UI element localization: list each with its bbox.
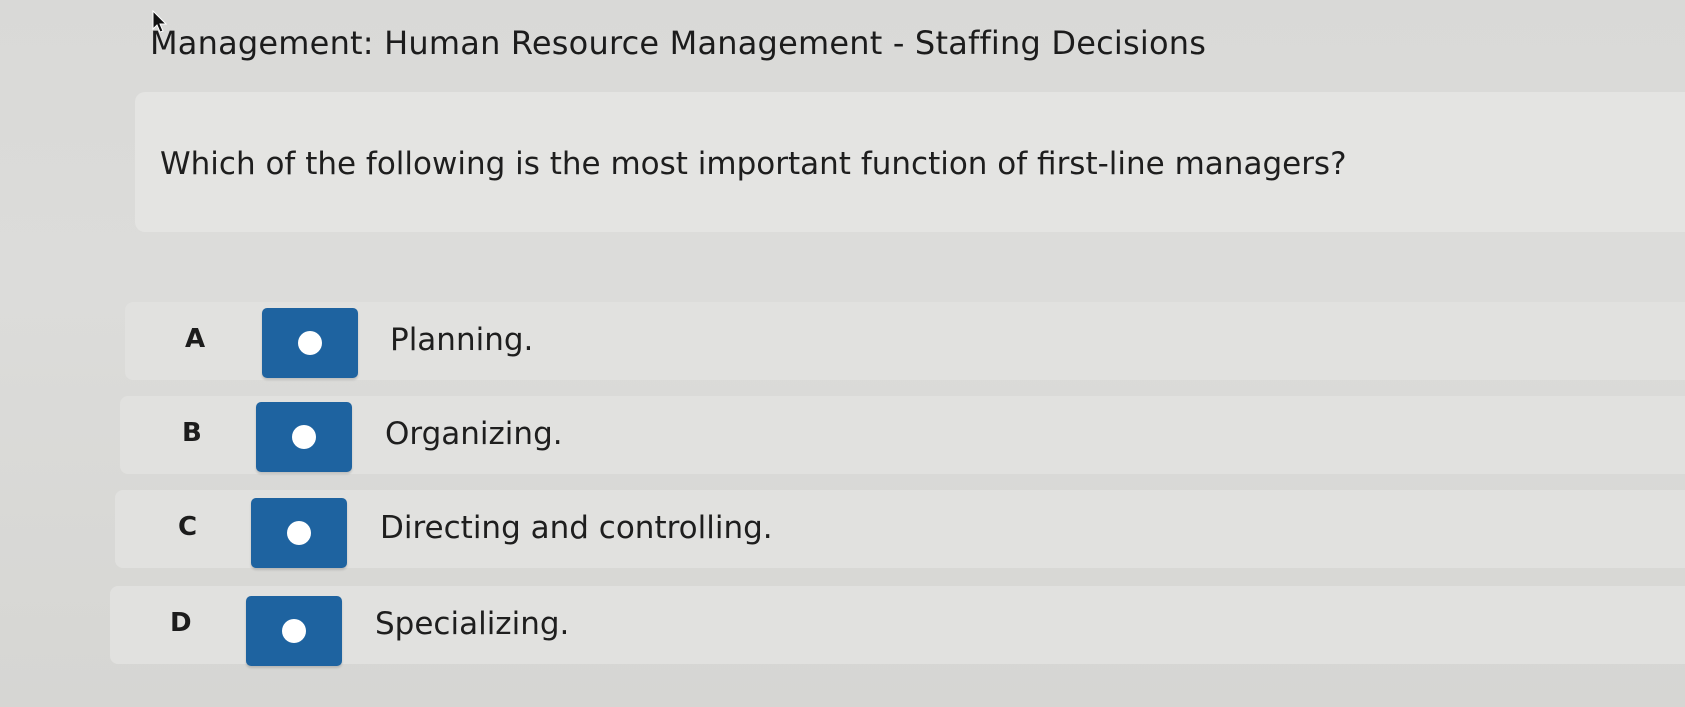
option-text: Organizing. [385,416,563,452]
radio-unselected-icon [298,331,322,355]
radio-button-c[interactable] [251,498,347,568]
option-a[interactable]: A Planning. [125,302,1685,380]
answer-options: A Planning. B Organizing. C Directing an… [0,0,1685,707]
option-text: Specializing. [375,606,570,642]
option-d[interactable]: D Specializing. [110,586,1685,666]
radio-button-d[interactable] [246,596,342,666]
option-letter: A [185,324,206,354]
option-text: Directing and controlling. [380,510,773,546]
option-text: Planning. [390,322,534,358]
option-letter: B [182,418,202,448]
radio-unselected-icon [287,521,311,545]
radio-button-b[interactable] [256,402,352,472]
option-b[interactable]: B Organizing. [120,396,1685,474]
option-letter: D [170,608,192,638]
option-c[interactable]: C Directing and controlling. [115,490,1685,568]
radio-button-a[interactable] [262,308,358,378]
radio-unselected-icon [282,619,306,643]
option-letter: C [178,512,198,542]
radio-unselected-icon [292,425,316,449]
